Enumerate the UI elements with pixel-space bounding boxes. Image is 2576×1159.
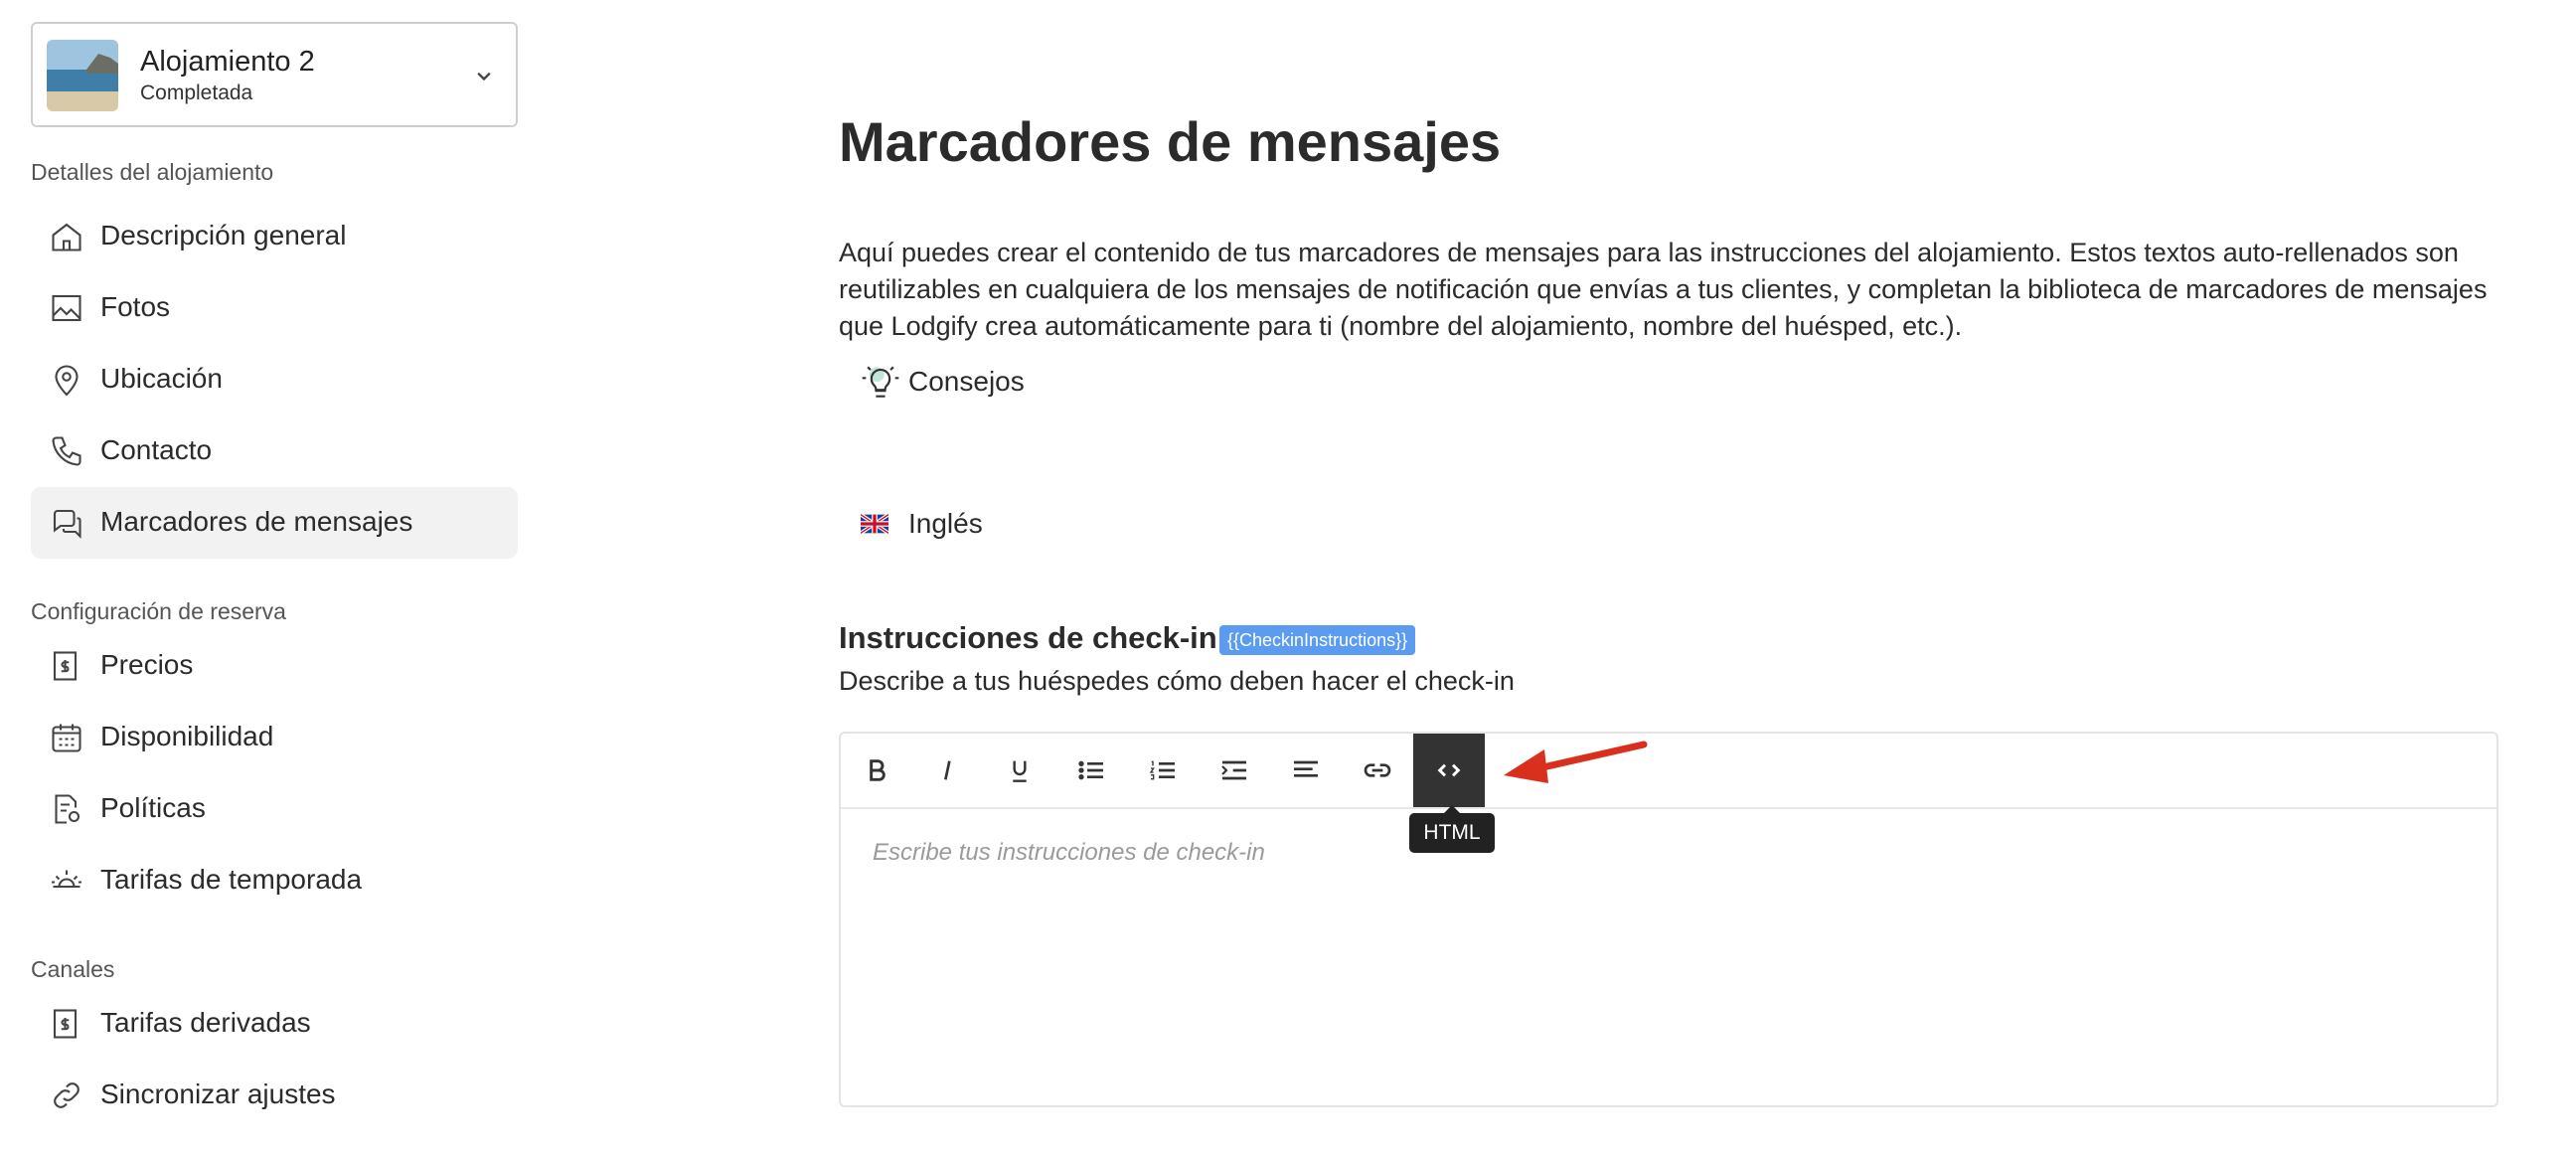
italic-icon xyxy=(944,760,951,780)
lightbulb-icon xyxy=(862,366,899,398)
sidebar-item-label: Sincronizar ajustes xyxy=(100,1078,336,1109)
bullet-list-icon xyxy=(1078,760,1103,780)
bullet-list-button[interactable] xyxy=(1055,734,1127,807)
italic-button[interactable] xyxy=(912,734,984,807)
bold-icon xyxy=(870,759,886,781)
chevron-down-icon xyxy=(477,72,491,82)
property-selector[interactable]: Alojamiento 2 Completada xyxy=(31,22,518,127)
price-tag-icon xyxy=(53,651,78,681)
tips-link[interactable]: Consejos xyxy=(859,360,1025,404)
sidebar-item-prices[interactable]: Precios xyxy=(31,630,518,702)
language-selector[interactable]: Inglés xyxy=(861,502,983,546)
sidebar-item-label: Ubicación xyxy=(100,363,223,394)
section-title-booking-settings: Configuración de reserva xyxy=(31,598,286,624)
sidebar: Alojamiento 2 Completada Detalles del al… xyxy=(0,0,537,1159)
sidebar-item-label: Tarifas derivadas xyxy=(100,1007,311,1038)
phone-icon xyxy=(52,436,81,466)
property-thumbnail xyxy=(47,40,118,111)
indent-button[interactable] xyxy=(1199,734,1270,807)
property-name: Alojamiento 2 xyxy=(140,46,315,78)
section-title-channels: Canales xyxy=(31,956,115,982)
sidebar-item-label: Marcadores de mensajes xyxy=(100,506,413,537)
sidebar-item-availability[interactable]: Disponibilidad xyxy=(31,702,518,773)
link-icon xyxy=(1364,763,1391,777)
code-icon xyxy=(1437,763,1461,777)
property-status: Completada xyxy=(140,82,253,104)
uk-flag-icon xyxy=(861,514,888,534)
checkin-instructions-title: Instrucciones de check-in xyxy=(839,620,1217,655)
location-pin-icon xyxy=(55,365,79,397)
intro-text: Aquí puedes crear el contenido de tus ma… xyxy=(839,238,2488,341)
home-icon xyxy=(52,223,81,251)
link-icon xyxy=(54,1082,80,1108)
sidebar-item-derived-rates[interactable]: Tarifas derivadas xyxy=(31,988,518,1060)
checkin-instructions-description: Describe a tus huéspedes cómo deben hace… xyxy=(839,666,1515,696)
link-button[interactable] xyxy=(1342,734,1413,807)
sidebar-item-label: Precios xyxy=(100,649,194,680)
calendar-icon xyxy=(52,724,81,752)
tips-label: Consejos xyxy=(908,366,1025,397)
image-icon xyxy=(52,294,81,322)
sidebar-item-label: Contacto xyxy=(100,434,213,465)
sidebar-item-label: Políticas xyxy=(100,792,206,823)
rich-text-editor: Escribe tus instrucciones de check-in xyxy=(839,732,2498,1107)
underline-button[interactable] xyxy=(984,734,1055,807)
chat-bubbles-icon xyxy=(53,509,81,540)
editor-input-placeholder[interactable]: Escribe tus instrucciones de check-in xyxy=(873,839,1265,867)
sidebar-item-general-description[interactable]: Descripción general xyxy=(31,201,518,272)
policy-document-icon xyxy=(55,794,80,824)
sidebar-item-photos[interactable]: Fotos xyxy=(31,272,518,344)
align-button[interactable] xyxy=(1270,734,1342,807)
price-tag-icon xyxy=(53,1009,78,1039)
sun-icon xyxy=(52,870,81,889)
sidebar-item-policies[interactable]: Políticas xyxy=(31,773,518,845)
sidebar-item-label: Fotos xyxy=(100,291,171,322)
align-left-icon xyxy=(1294,760,1318,777)
sidebar-item-label: Disponibilidad xyxy=(100,721,274,751)
underline-icon xyxy=(1013,760,1027,782)
language-label: Inglés xyxy=(908,508,983,539)
sidebar-item-sync-settings[interactable]: Sincronizar ajustes xyxy=(31,1060,518,1131)
indent-icon xyxy=(1221,760,1246,780)
bold-button[interactable] xyxy=(841,734,912,807)
annotation-arrow-icon xyxy=(1504,741,1648,783)
sidebar-item-contact[interactable]: Contacto xyxy=(31,415,518,487)
sidebar-item-label: Tarifas de temporada xyxy=(100,864,363,895)
numbered-list-icon xyxy=(1149,760,1175,780)
sidebar-item-label: Descripción general xyxy=(100,220,347,250)
placeholder-tag: {{CheckinInstructions}} xyxy=(1219,625,1416,655)
html-button[interactable] xyxy=(1413,734,1485,807)
editor-toolbar xyxy=(841,734,2496,809)
sidebar-item-message-placeholders[interactable]: Marcadores de mensajes xyxy=(31,487,518,559)
html-tooltip: HTML xyxy=(1409,805,1495,853)
numbered-list-button[interactable] xyxy=(1127,734,1199,807)
page-title: Marcadores de mensajes xyxy=(839,110,1502,173)
sidebar-item-location[interactable]: Ubicación xyxy=(31,344,518,415)
sidebar-item-seasonal-rates[interactable]: Tarifas de temporada xyxy=(31,845,518,916)
section-title-property-details: Detalles del alojamiento xyxy=(31,159,274,185)
